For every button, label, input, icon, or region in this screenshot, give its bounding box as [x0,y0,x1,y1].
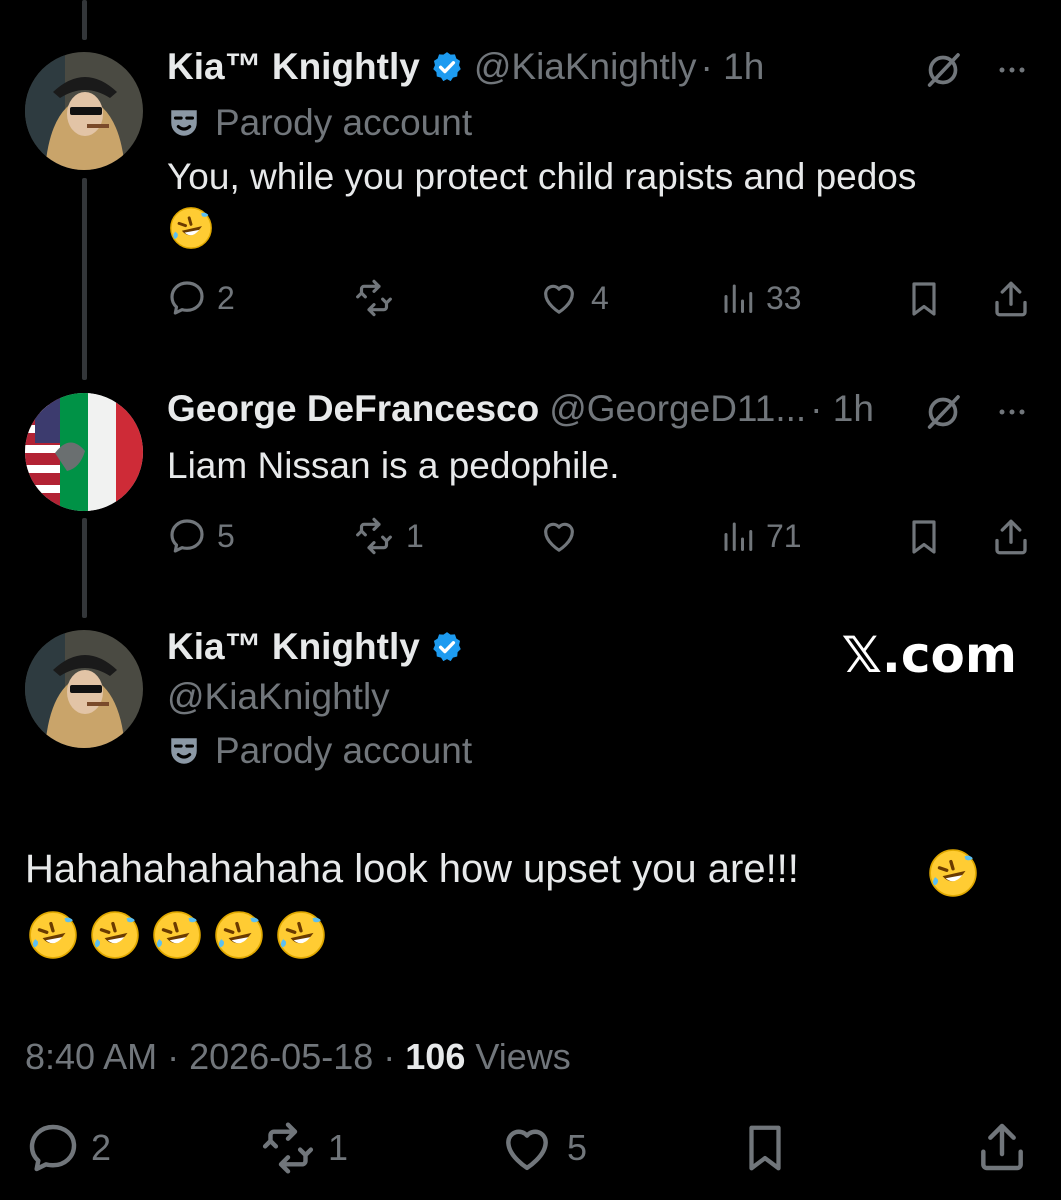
parody-mask-icon [167,734,201,768]
grok-icon[interactable] [923,392,963,432]
display-name[interactable]: Kia™ Knightly [167,626,420,668]
rofl-emoji-icon [276,910,326,960]
verified-badge-icon [430,50,464,84]
tweet-text-content: Hahahahahahaha look how upset you are!!! [25,847,799,891]
bookmark-icon[interactable] [738,1120,792,1176]
views-button[interactable]: 71 [720,516,802,556]
reply-count: 2 [91,1127,112,1168]
tweet-time[interactable]: 8:40 AM [25,1036,157,1077]
share-icon[interactable] [990,278,1032,320]
parody-label: Parody account [167,102,472,144]
timestamp[interactable]: · 1h [810,388,874,430]
handle[interactable]: @KiaKnightly [474,46,697,88]
more-icon[interactable] [992,55,1032,85]
thread-line [82,0,87,40]
timestamp[interactable]: · 1h [701,46,765,88]
thread-line [82,178,87,380]
author-name-row: Kia™ Knightly @KiaKnightly · 1h [167,46,764,88]
parody-text: Parody account [215,730,473,771]
tweet-text-content: You, while you protect child rapists and… [167,156,917,197]
repost-button[interactable] [352,278,406,318]
rofl-emoji-icon [152,910,202,960]
repost-count: 1 [328,1127,349,1168]
repost-count: 1 [406,517,424,554]
handle[interactable]: @GeorgeD11... [549,388,806,430]
author-name-row: Kia™ Knightly [167,626,464,668]
emoji-row [28,910,326,960]
avatar[interactable] [25,630,143,748]
tweet-date[interactable]: 2026-05-18 [189,1036,373,1077]
rofl-emoji-icon [214,910,264,960]
reply-button[interactable]: 5 [167,516,235,556]
parody-label: Parody account [167,730,472,772]
like-count: 4 [591,279,609,316]
tweet-text: Hahahahahahaha look how upset you are!!! [25,838,799,900]
bookmark-icon[interactable] [904,516,944,558]
more-icon[interactable] [992,397,1032,427]
like-button[interactable] [537,516,591,556]
views-button[interactable]: 33 [720,278,802,318]
reply-button[interactable]: 2 [167,278,235,318]
thread-line [82,518,87,618]
repost-button[interactable]: 1 [352,516,424,556]
rofl-emoji-icon [28,910,78,960]
reply-button[interactable]: 2 [25,1120,111,1176]
tweet-text: Liam Nissan is a pedophile. [167,441,619,491]
verified-badge-icon [430,630,464,664]
views-count: 71 [766,517,802,554]
tweet-text: You, while you protect child rapists and… [167,152,916,202]
display-name[interactable]: Kia™ Knightly [167,46,420,88]
rofl-emoji-icon [90,910,140,960]
like-button[interactable]: 5 [497,1120,587,1176]
repost-button[interactable]: 1 [258,1120,348,1176]
reply-count: 2 [217,279,235,316]
parody-text: Parody account [215,102,473,143]
handle[interactable]: @KiaKnightly [167,676,390,718]
share-icon[interactable] [990,516,1032,558]
views-count: 33 [766,279,802,316]
rofl-emoji-icon [169,206,213,250]
tweet-meta: 8:40 AM · 2026-05-18 · 106 Views [25,1036,571,1077]
parody-mask-icon [167,106,201,140]
avatar[interactable] [25,393,143,511]
bookmark-icon[interactable] [904,278,944,320]
author-name-row: George DeFrancesco @GeorgeD11... · 1h [167,388,874,430]
x-watermark: 𝕏.com [841,626,1017,684]
views-count[interactable]: 106 [405,1036,465,1077]
views-label: Views [475,1036,571,1077]
tweet-text-content: Liam Nissan is a pedophile. [167,445,620,486]
like-button[interactable]: 4 [537,278,609,318]
rofl-emoji-icon [928,848,978,898]
like-count: 5 [567,1127,588,1168]
grok-icon[interactable] [923,50,963,90]
reply-count: 5 [217,517,235,554]
display-name[interactable]: George DeFrancesco [167,388,539,430]
share-icon[interactable] [974,1118,1030,1176]
avatar[interactable] [25,52,143,170]
